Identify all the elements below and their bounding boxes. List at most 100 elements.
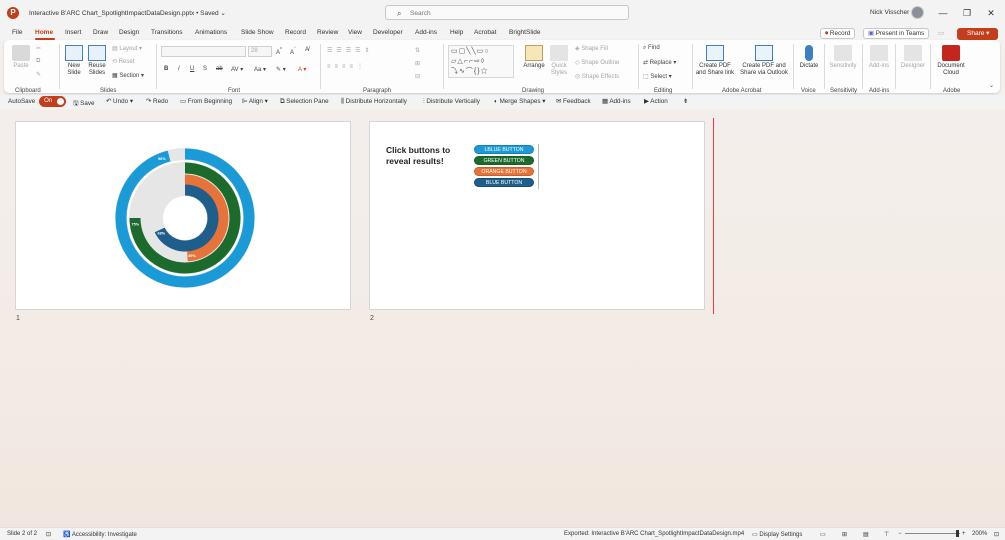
tab-insert[interactable]: Insert	[65, 29, 81, 36]
selection-pane-button[interactable]: ⧉ Selection Pane	[280, 98, 329, 106]
tab-slide-show[interactable]: Slide Show	[241, 29, 274, 36]
tab-home[interactable]: Home	[35, 29, 53, 36]
arrange-button[interactable]: Arrange	[521, 45, 547, 70]
zoom-slider-thumb[interactable]	[956, 530, 959, 537]
share-button[interactable]: Share ▾	[957, 28, 998, 40]
add-ins-button[interactable]: Add-ins	[866, 45, 892, 70]
customize-toolbar-icon[interactable]: ⇟	[683, 98, 688, 105]
slide-counter[interactable]: Slide 2 of 2	[7, 531, 37, 537]
quick-styles-button[interactable]: Quick Styles	[548, 45, 570, 77]
designer-button[interactable]: Designer	[899, 45, 927, 70]
search-input[interactable]	[410, 8, 620, 18]
accessibility-status[interactable]: ♿ Accessibility: Investigate	[63, 531, 137, 538]
tab-review[interactable]: Review	[317, 29, 338, 36]
italic-icon[interactable]: I	[178, 66, 180, 72]
distribute-horizontally-button[interactable]: ⫼ Distribute Horizontally	[341, 98, 407, 106]
font-size-box[interactable]: 28	[248, 46, 272, 57]
add-ins-qat-button[interactable]: ▦ Add-ins	[602, 98, 631, 105]
list-icons[interactable]: ☰☰☰☰⇕	[327, 47, 374, 54]
shape-fill-button[interactable]: ◈ Shape Fill	[575, 45, 608, 52]
slide-sorter-icon[interactable]: ⊞	[842, 531, 847, 538]
blue-button[interactable]: BLUE BUTTON	[474, 178, 534, 187]
create-pdf-outlook-button[interactable]: Create PDF and Share via Outlook	[738, 45, 790, 77]
shape-outline-button[interactable]: ◇ Shape Outline	[575, 59, 619, 66]
slide-thumbnail-1[interactable]: 96% 75% 49% 68%	[15, 121, 351, 310]
cut-icon[interactable]: ✂	[36, 45, 41, 52]
tab-add-ins[interactable]: Add-ins	[415, 29, 437, 36]
autosave-toggle[interactable]: On	[39, 96, 66, 107]
shrink-font-icon[interactable]: Aˇ	[290, 47, 296, 56]
close-button[interactable]: ✕	[984, 6, 998, 20]
tab-help[interactable]: Help	[450, 29, 463, 36]
collapse-ribbon-icon[interactable]: ⌄	[989, 82, 994, 89]
minimize-button[interactable]: —	[936, 6, 950, 20]
tab-animations[interactable]: Animations	[195, 29, 227, 36]
tab-design[interactable]: Design	[119, 29, 139, 36]
document-cloud-button[interactable]: Document Cloud	[933, 45, 969, 77]
grow-font-icon[interactable]: A^	[276, 47, 282, 56]
tab-view[interactable]: View	[348, 29, 362, 36]
normal-view-icon[interactable]: ▭	[820, 531, 826, 538]
action-button[interactable]: ▶ Action	[644, 98, 668, 105]
save-button[interactable]: 🖫 Save	[73, 98, 94, 109]
highlight-icon[interactable]: ✎ ▾	[276, 66, 286, 73]
reuse-slides-button[interactable]: Reuse Slides	[87, 45, 107, 77]
tab-acrobat[interactable]: Acrobat	[474, 29, 496, 36]
strikethrough-icon[interactable]: ab	[216, 66, 223, 72]
dictate-button[interactable]: Dictate	[797, 45, 821, 70]
merge-shapes-button[interactable]: ◐ Merge Shapes ▾	[494, 98, 545, 105]
tab-file[interactable]: File	[12, 29, 22, 36]
comments-icon[interactable]: ▭	[938, 29, 944, 37]
restore-button[interactable]: ❐	[960, 6, 974, 20]
record-button[interactable]: ⏺ Record	[820, 28, 856, 39]
tab-brightslide[interactable]: BrightSlide	[509, 29, 540, 36]
zoom-slider-track[interactable]	[905, 533, 960, 534]
new-slide-button[interactable]: New Slide	[62, 45, 86, 77]
reading-view-icon[interactable]: ▤	[863, 531, 869, 538]
spelling-icon[interactable]: ⊡	[46, 531, 51, 538]
document-title[interactable]: Interactive B'ARC Chart_SpotlightImpactD…	[29, 9, 226, 17]
redo-button[interactable]: ↷ Redo	[146, 98, 168, 105]
smartart-icon[interactable]: ⊟	[415, 73, 420, 80]
paste-button[interactable]: Paste	[10, 45, 32, 70]
undo-button[interactable]: ↶ Undo ▾	[106, 98, 133, 105]
zoom-level[interactable]: 200%	[972, 531, 987, 537]
shapes-gallery[interactable]: ▭▢╲╲▭○ ▱△⌐⌐⇨◊ ⤵∿⌒{}☆	[448, 45, 514, 78]
clear-format-icon[interactable]: A̸	[305, 47, 309, 53]
tab-developer[interactable]: Developer	[373, 29, 403, 36]
font-name-box[interactable]	[161, 46, 246, 57]
underline-icon[interactable]: U	[190, 66, 194, 72]
shape-effects-button[interactable]: ◎ Shape Effects	[575, 73, 619, 80]
change-case-icon[interactable]: Aa ▾	[254, 66, 266, 73]
display-settings-button[interactable]: ▭ Display Settings	[752, 531, 802, 538]
replace-button[interactable]: ⇄ Replace ▾	[643, 59, 676, 66]
fit-to-window-icon[interactable]: ⊡	[994, 531, 999, 538]
tab-record[interactable]: Record	[285, 29, 306, 36]
feedback-button[interactable]: ✉ Feedback	[556, 98, 591, 105]
user-name[interactable]: Nick Visscher	[870, 9, 909, 16]
copy-icon[interactable]: ⧉	[36, 58, 40, 65]
align-icons[interactable]: ≡≡≡≡⋮	[327, 63, 367, 70]
bold-icon[interactable]: B	[164, 66, 168, 72]
layout-button[interactable]: ▤ Layout ▾	[112, 45, 142, 52]
char-spacing-icon[interactable]: AV ▾	[231, 66, 243, 73]
select-button[interactable]: ⬚ Select ▾	[643, 73, 672, 80]
font-color-icon[interactable]: A ▾	[298, 66, 306, 73]
shadow-icon[interactable]: S	[203, 66, 207, 72]
tab-draw[interactable]: Draw	[93, 29, 108, 36]
slideshow-view-icon[interactable]: ⊤	[884, 531, 889, 538]
sensitivity-button[interactable]: Sensitivity	[828, 45, 858, 70]
zoom-out-icon[interactable]: −	[898, 531, 902, 537]
align-text-icon[interactable]: ⊞	[415, 60, 420, 67]
green-button[interactable]: GREEN BUTTON	[474, 156, 534, 165]
align-button[interactable]: ⊫ Align ▾	[242, 98, 268, 105]
search-box[interactable]: ⌕	[385, 5, 629, 20]
zoom-in-icon[interactable]: +	[962, 531, 966, 537]
create-pdf-share-link-button[interactable]: Create PDF and Share link	[694, 45, 736, 77]
text-direction-icon[interactable]: ⇅	[415, 47, 420, 54]
find-button[interactable]: ⌕ Find	[643, 45, 660, 52]
avatar[interactable]	[911, 6, 924, 19]
lblue-button[interactable]: LBLUE BUTTON	[474, 145, 534, 154]
section-button[interactable]: ▦ Section ▾	[112, 72, 144, 79]
tab-transitions[interactable]: Transitions	[151, 29, 183, 36]
